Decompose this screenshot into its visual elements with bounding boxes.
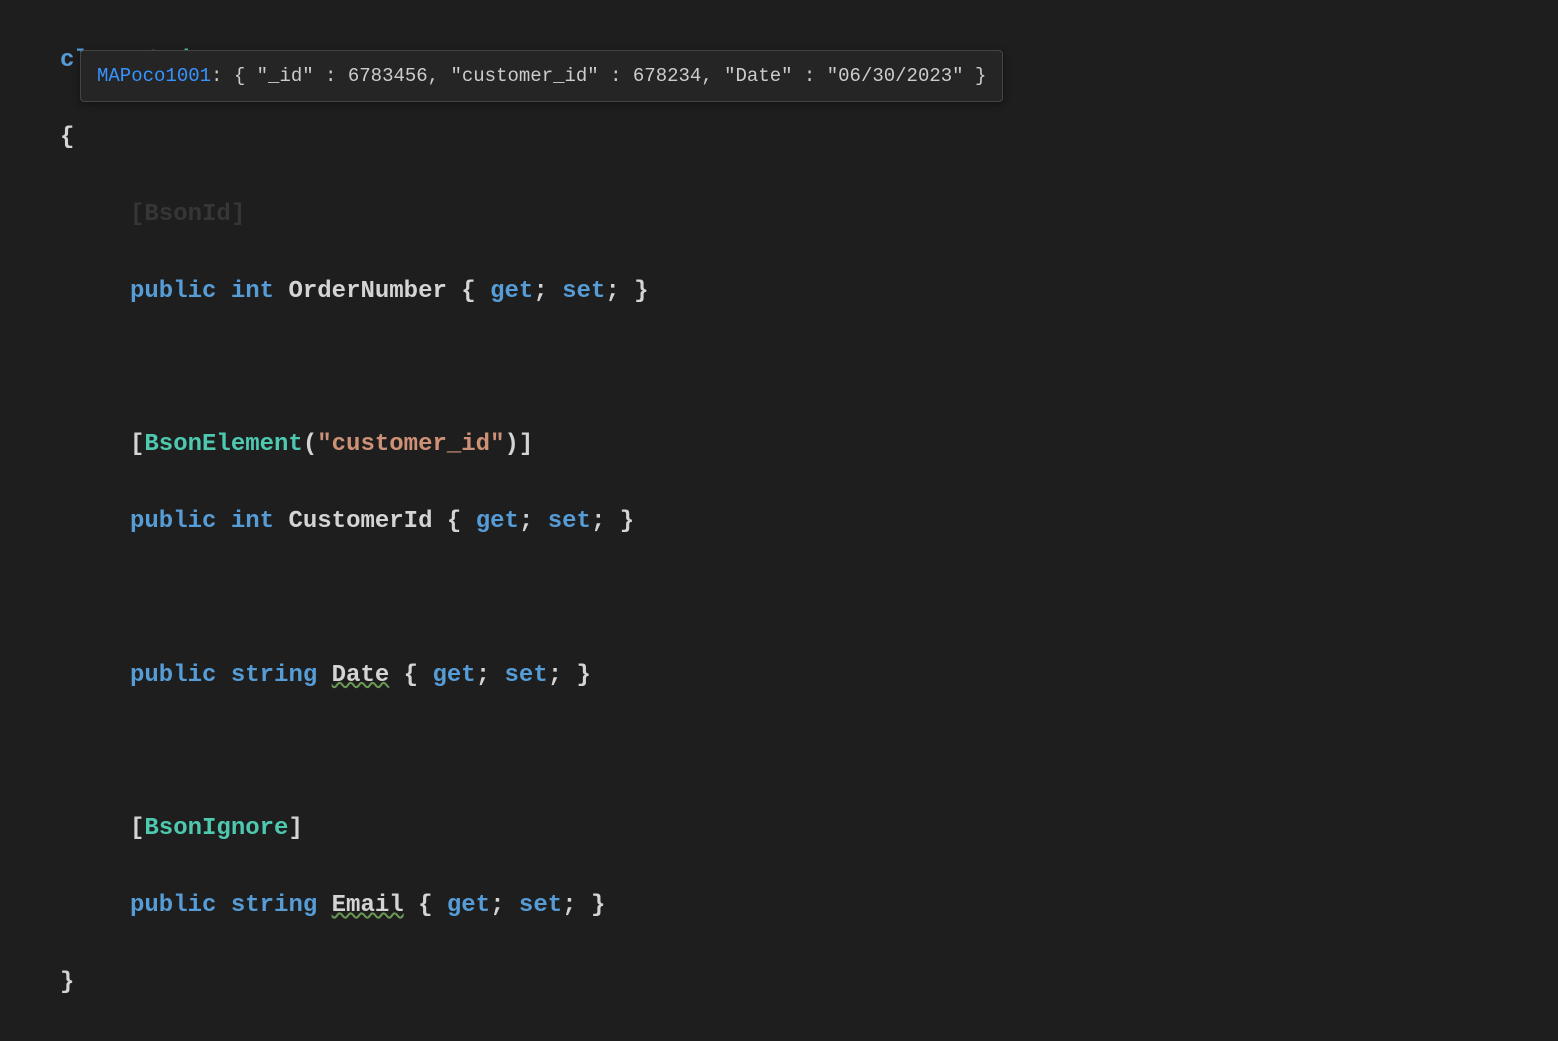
empty-line bbox=[60, 350, 1558, 388]
keyword-set: set bbox=[505, 662, 548, 689]
keyword-set: set bbox=[519, 892, 562, 919]
keyword-public: public bbox=[130, 278, 216, 305]
tooltip-content: { "_id" : 6783456, "customer_id" : 67823… bbox=[234, 65, 987, 87]
empty-line bbox=[60, 580, 1558, 618]
property-name: CustomerId bbox=[288, 508, 432, 535]
keyword-get: get bbox=[432, 662, 475, 689]
attribute-name: BsonElement bbox=[144, 431, 302, 458]
code-line-13: } bbox=[60, 964, 1558, 1002]
property-name-date: Date bbox=[332, 662, 390, 689]
code-editor[interactable]: class Order { [BsonId] public int OrderN… bbox=[0, 0, 1558, 1041]
tooltip-separator: : bbox=[211, 65, 234, 87]
keyword-set: set bbox=[548, 508, 591, 535]
keyword-get: get bbox=[490, 278, 533, 305]
property-name: OrderNumber bbox=[288, 278, 446, 305]
brace-close: } bbox=[60, 969, 74, 996]
property-name-email: Email bbox=[332, 892, 404, 919]
diagnostic-tooltip: MAPoco1001: { "_id" : 6783456, "customer… bbox=[80, 50, 1003, 102]
keyword-get: get bbox=[476, 508, 519, 535]
code-line-11: [BsonIgnore] bbox=[60, 810, 1558, 848]
keyword-set: set bbox=[562, 278, 605, 305]
type-int: int bbox=[231, 278, 274, 305]
type-string: string bbox=[231, 892, 317, 919]
attribute-name: BsonIgnore bbox=[144, 815, 288, 842]
keyword-public: public bbox=[130, 892, 216, 919]
code-line-2: { bbox=[60, 119, 1558, 157]
tooltip-code-id: MAPoco1001 bbox=[97, 65, 211, 87]
type-int: int bbox=[231, 508, 274, 535]
keyword-get: get bbox=[447, 892, 490, 919]
code-line-7: public int CustomerId { get; set; } bbox=[60, 503, 1558, 541]
hidden-attribute: [BsonId] bbox=[130, 201, 245, 228]
keyword-public: public bbox=[130, 662, 216, 689]
code-line-12: public string Email { get; set; } bbox=[60, 887, 1558, 925]
type-string: string bbox=[231, 662, 317, 689]
code-line-3: [BsonId] bbox=[60, 196, 1558, 234]
string-literal: "customer_id" bbox=[317, 431, 504, 458]
empty-line bbox=[60, 733, 1558, 771]
brace-open: { bbox=[60, 124, 74, 151]
code-line-6: [BsonElement("customer_id")] bbox=[60, 426, 1558, 464]
keyword-public: public bbox=[130, 508, 216, 535]
code-line-4: public int OrderNumber { get; set; } bbox=[60, 273, 1558, 311]
code-line-9: public string Date { get; set; } bbox=[60, 657, 1558, 695]
